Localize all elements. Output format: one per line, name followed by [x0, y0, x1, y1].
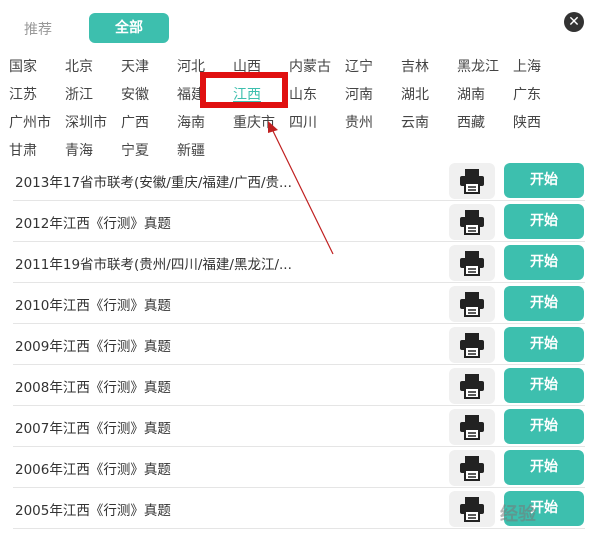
province-item[interactable]: 宁夏 — [121, 140, 149, 160]
exam-row: 2007年江西《行测》真题 开始 — [13, 406, 585, 447]
province-item[interactable]: 青海 — [65, 140, 93, 160]
province-item[interactable]: 黑龙江 — [457, 56, 499, 76]
province-item[interactable]: 四川 — [289, 112, 317, 132]
province-item[interactable]: 西藏 — [457, 112, 485, 132]
province-item[interactable]: 国家 — [9, 56, 37, 76]
start-button[interactable]: 开始 — [504, 163, 584, 198]
province-item[interactable]: 广西 — [121, 112, 149, 132]
province-item[interactable]: 江苏 — [9, 84, 37, 104]
start-button[interactable]: 开始 — [504, 450, 584, 485]
exam-title[interactable]: 2009年江西《行测》真题 — [15, 335, 171, 355]
province-item[interactable]: 天津 — [121, 56, 149, 76]
watermark: 经验 — [460, 482, 590, 532]
province-item[interactable]: 云南 — [401, 112, 429, 132]
watermark-text: 经验 — [500, 504, 536, 525]
start-button[interactable]: 开始 — [504, 245, 584, 280]
exam-row: 2011年19省市联考(贵州/四川/福建/黑龙江/... 开始 — [13, 242, 585, 283]
province-item[interactable]: 重庆市 — [233, 112, 275, 132]
province-item[interactable]: 贵州 — [345, 112, 373, 132]
exam-title[interactable]: 2013年17省市联考(安徽/重庆/福建/广西/贵... — [15, 171, 292, 191]
tab-bar: 推荐 全部 ✕ — [0, 0, 598, 44]
start-button[interactable]: 开始 — [504, 368, 584, 403]
province-item[interactable]: 辽宁 — [345, 56, 373, 76]
exam-title[interactable]: 2011年19省市联考(贵州/四川/福建/黑龙江/... — [15, 253, 292, 273]
print-button[interactable] — [449, 286, 495, 322]
province-item[interactable]: 上海 — [513, 56, 541, 76]
print-button[interactable] — [449, 368, 495, 404]
province-item[interactable]: 吉林 — [401, 56, 429, 76]
start-button[interactable]: 开始 — [504, 327, 584, 362]
province-item[interactable]: 陕西 — [513, 112, 541, 132]
province-item[interactable]: 内蒙古 — [289, 56, 331, 76]
start-button[interactable]: 开始 — [504, 286, 584, 321]
province-item[interactable]: 广州市 — [9, 112, 51, 132]
province-item[interactable]: 新疆 — [177, 140, 205, 160]
exam-row: 2008年江西《行测》真题 开始 — [13, 365, 585, 406]
close-icon: ✕ — [568, 14, 580, 30]
province-item[interactable]: 安徽 — [121, 84, 149, 104]
province-item[interactable]: 深圳市 — [65, 112, 107, 132]
province-item[interactable]: 山东 — [289, 84, 317, 104]
province-item[interactable]: 甘肃 — [9, 140, 37, 160]
province-item[interactable]: 湖南 — [457, 84, 485, 104]
province-item[interactable]: 北京 — [65, 56, 93, 76]
start-button[interactable]: 开始 — [504, 204, 584, 239]
province-item[interactable]: 广东 — [513, 84, 541, 104]
exam-title[interactable]: 2008年江西《行测》真题 — [15, 376, 171, 396]
print-button[interactable] — [449, 163, 495, 199]
exam-title[interactable]: 2010年江西《行测》真题 — [15, 294, 171, 314]
exam-row: 2013年17省市联考(安徽/重庆/福建/广西/贵... 开始 — [13, 160, 585, 201]
province-item[interactable]: 湖北 — [401, 84, 429, 104]
tab-recommended[interactable]: 推荐 — [24, 19, 52, 39]
exam-row: 2009年江西《行测》真题 开始 — [13, 324, 585, 365]
province-item[interactable]: 河南 — [345, 84, 373, 104]
annotation-highlight-box — [200, 72, 288, 108]
exam-title[interactable]: 2005年江西《行测》真题 — [15, 499, 171, 519]
print-button[interactable] — [449, 204, 495, 240]
print-button[interactable] — [449, 327, 495, 363]
exam-title[interactable]: 2007年江西《行测》真题 — [15, 417, 171, 437]
print-button[interactable] — [449, 450, 495, 486]
exam-title[interactable]: 2006年江西《行测》真题 — [15, 458, 171, 478]
print-button[interactable] — [449, 409, 495, 445]
province-item[interactable]: 浙江 — [65, 84, 93, 104]
province-item[interactable]: 海南 — [177, 112, 205, 132]
exam-title[interactable]: 2012年江西《行测》真题 — [15, 212, 171, 232]
tab-all[interactable]: 全部 — [89, 13, 169, 43]
exam-row: 2010年江西《行测》真题 开始 — [13, 283, 585, 324]
print-button[interactable] — [449, 245, 495, 281]
start-button[interactable]: 开始 — [504, 409, 584, 444]
close-button[interactable]: ✕ — [564, 12, 584, 32]
exam-row: 2012年江西《行测》真题 开始 — [13, 201, 585, 242]
